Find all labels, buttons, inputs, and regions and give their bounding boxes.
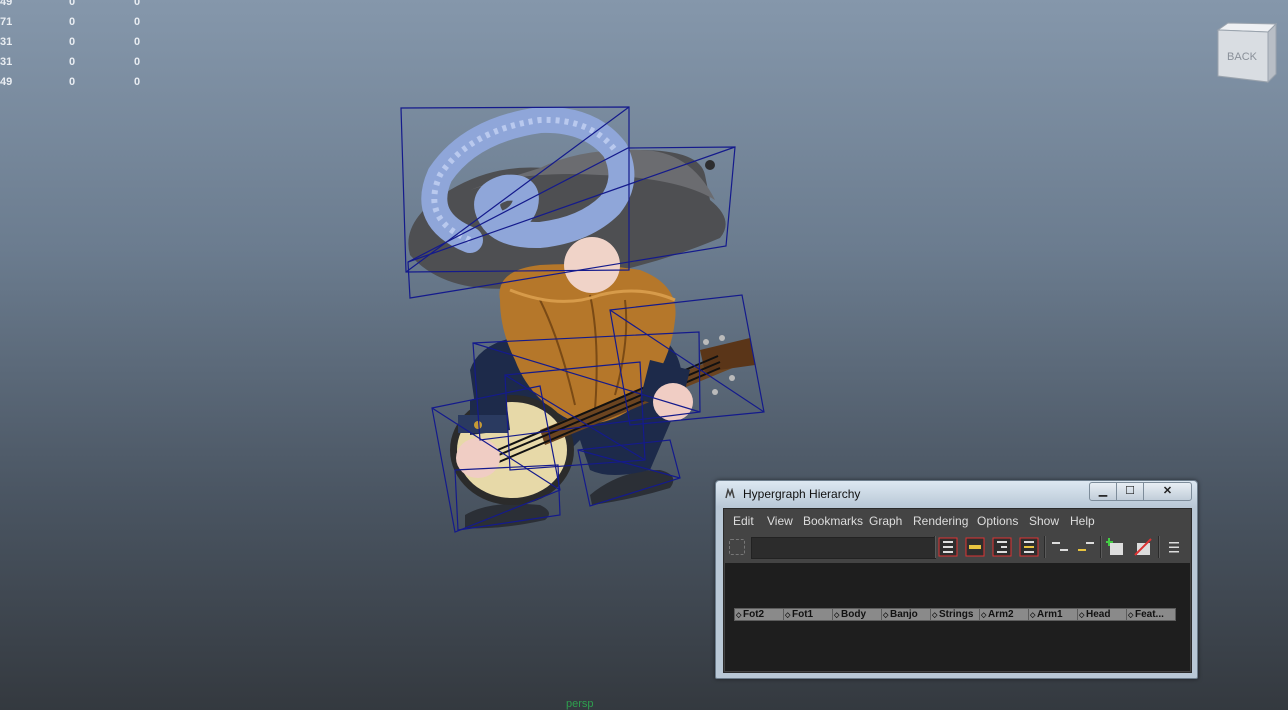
- frame-hierarchy-icon[interactable]: [992, 537, 1012, 557]
- transform-node-icon: ◇: [1030, 612, 1036, 619]
- transform-node-icon: ◇: [883, 612, 889, 619]
- node-strings[interactable]: ◇ Strings: [930, 608, 980, 621]
- transform-node-icon: ◇: [1128, 612, 1134, 619]
- search-input[interactable]: [751, 537, 936, 559]
- toolbar-separator: [1044, 536, 1046, 558]
- menu-help[interactable]: Help: [1070, 514, 1095, 528]
- menu-options[interactable]: Options: [977, 514, 1018, 528]
- hypergraph-graph-area[interactable]: ◇ Fot2 ◇ Fot1 ◇ Body ◇ Banjo ◇ Strings ◇ Arm2 …: [725, 563, 1190, 671]
- frame-branch-icon[interactable]: [1019, 537, 1039, 557]
- add-node-icon[interactable]: [1106, 537, 1126, 557]
- menu-rendering[interactable]: Rendering: [913, 514, 968, 528]
- menu-edit[interactable]: Edit: [733, 514, 754, 528]
- toolbar-separator: [934, 536, 936, 558]
- node-arm2[interactable]: ◇ Arm2: [979, 608, 1029, 621]
- minimize-button[interactable]: ▁: [1089, 482, 1117, 501]
- hamburger-menu-icon[interactable]: [1164, 537, 1184, 557]
- node-arm1[interactable]: ◇ Arm1: [1028, 608, 1078, 621]
- node-fot2[interactable]: ◇ Fot2: [734, 608, 784, 621]
- menu-show[interactable]: Show: [1029, 514, 1059, 528]
- transform-node-icon: ◇: [834, 612, 840, 619]
- expand-icon[interactable]: [1076, 537, 1096, 557]
- menu-bookmarks[interactable]: Bookmarks: [803, 514, 863, 528]
- close-button[interactable]: ✕: [1143, 482, 1192, 501]
- hypergraph-panel: Edit View Bookmarks Graph Rendering Opti…: [723, 508, 1192, 673]
- menu-bar: Edit View Bookmarks Graph Rendering Opti…: [724, 509, 1191, 533]
- maximize-button[interactable]: ☐: [1116, 482, 1144, 501]
- toolbar-separator: [1100, 536, 1102, 558]
- bookmark-icon[interactable]: [729, 539, 745, 555]
- camera-name-label: persp: [566, 698, 594, 710]
- transform-node-icon: ◇: [981, 612, 987, 619]
- toolbar: [724, 533, 1191, 563]
- hypergraph-window[interactable]: Hypergraph Hierarchy ▁ ☐ ✕ Edit View Boo…: [715, 480, 1198, 679]
- node-head[interactable]: ◇ Head: [1077, 608, 1127, 621]
- maya-app-icon: [725, 488, 735, 499]
- frame-selection-icon[interactable]: [965, 537, 985, 557]
- window-titlebar[interactable]: Hypergraph Hierarchy ▁ ☐ ✕: [716, 481, 1197, 507]
- toolbar-separator: [1158, 536, 1160, 558]
- remove-node-icon[interactable]: [1133, 537, 1153, 557]
- frame-all-icon[interactable]: [938, 537, 958, 557]
- window-title: Hypergraph Hierarchy: [743, 487, 861, 501]
- node-fot1[interactable]: ◇ Fot1: [783, 608, 833, 621]
- collapse-icon[interactable]: [1050, 537, 1070, 557]
- foot-left[interactable]: [465, 503, 549, 529]
- node-feather[interactable]: ◇ Feat...: [1126, 608, 1176, 621]
- transform-node-icon: ◇: [785, 612, 791, 619]
- foot-right[interactable]: [590, 470, 674, 505]
- transform-node-icon: ◇: [932, 612, 938, 619]
- node-banjo[interactable]: ◇ Banjo: [881, 608, 931, 621]
- transform-node-icon: ◇: [736, 612, 742, 619]
- transform-node-icon: ◇: [1079, 612, 1085, 619]
- node-body[interactable]: ◇ Body: [832, 608, 882, 621]
- menu-graph[interactable]: Graph: [869, 514, 902, 528]
- menu-view[interactable]: View: [767, 514, 793, 528]
